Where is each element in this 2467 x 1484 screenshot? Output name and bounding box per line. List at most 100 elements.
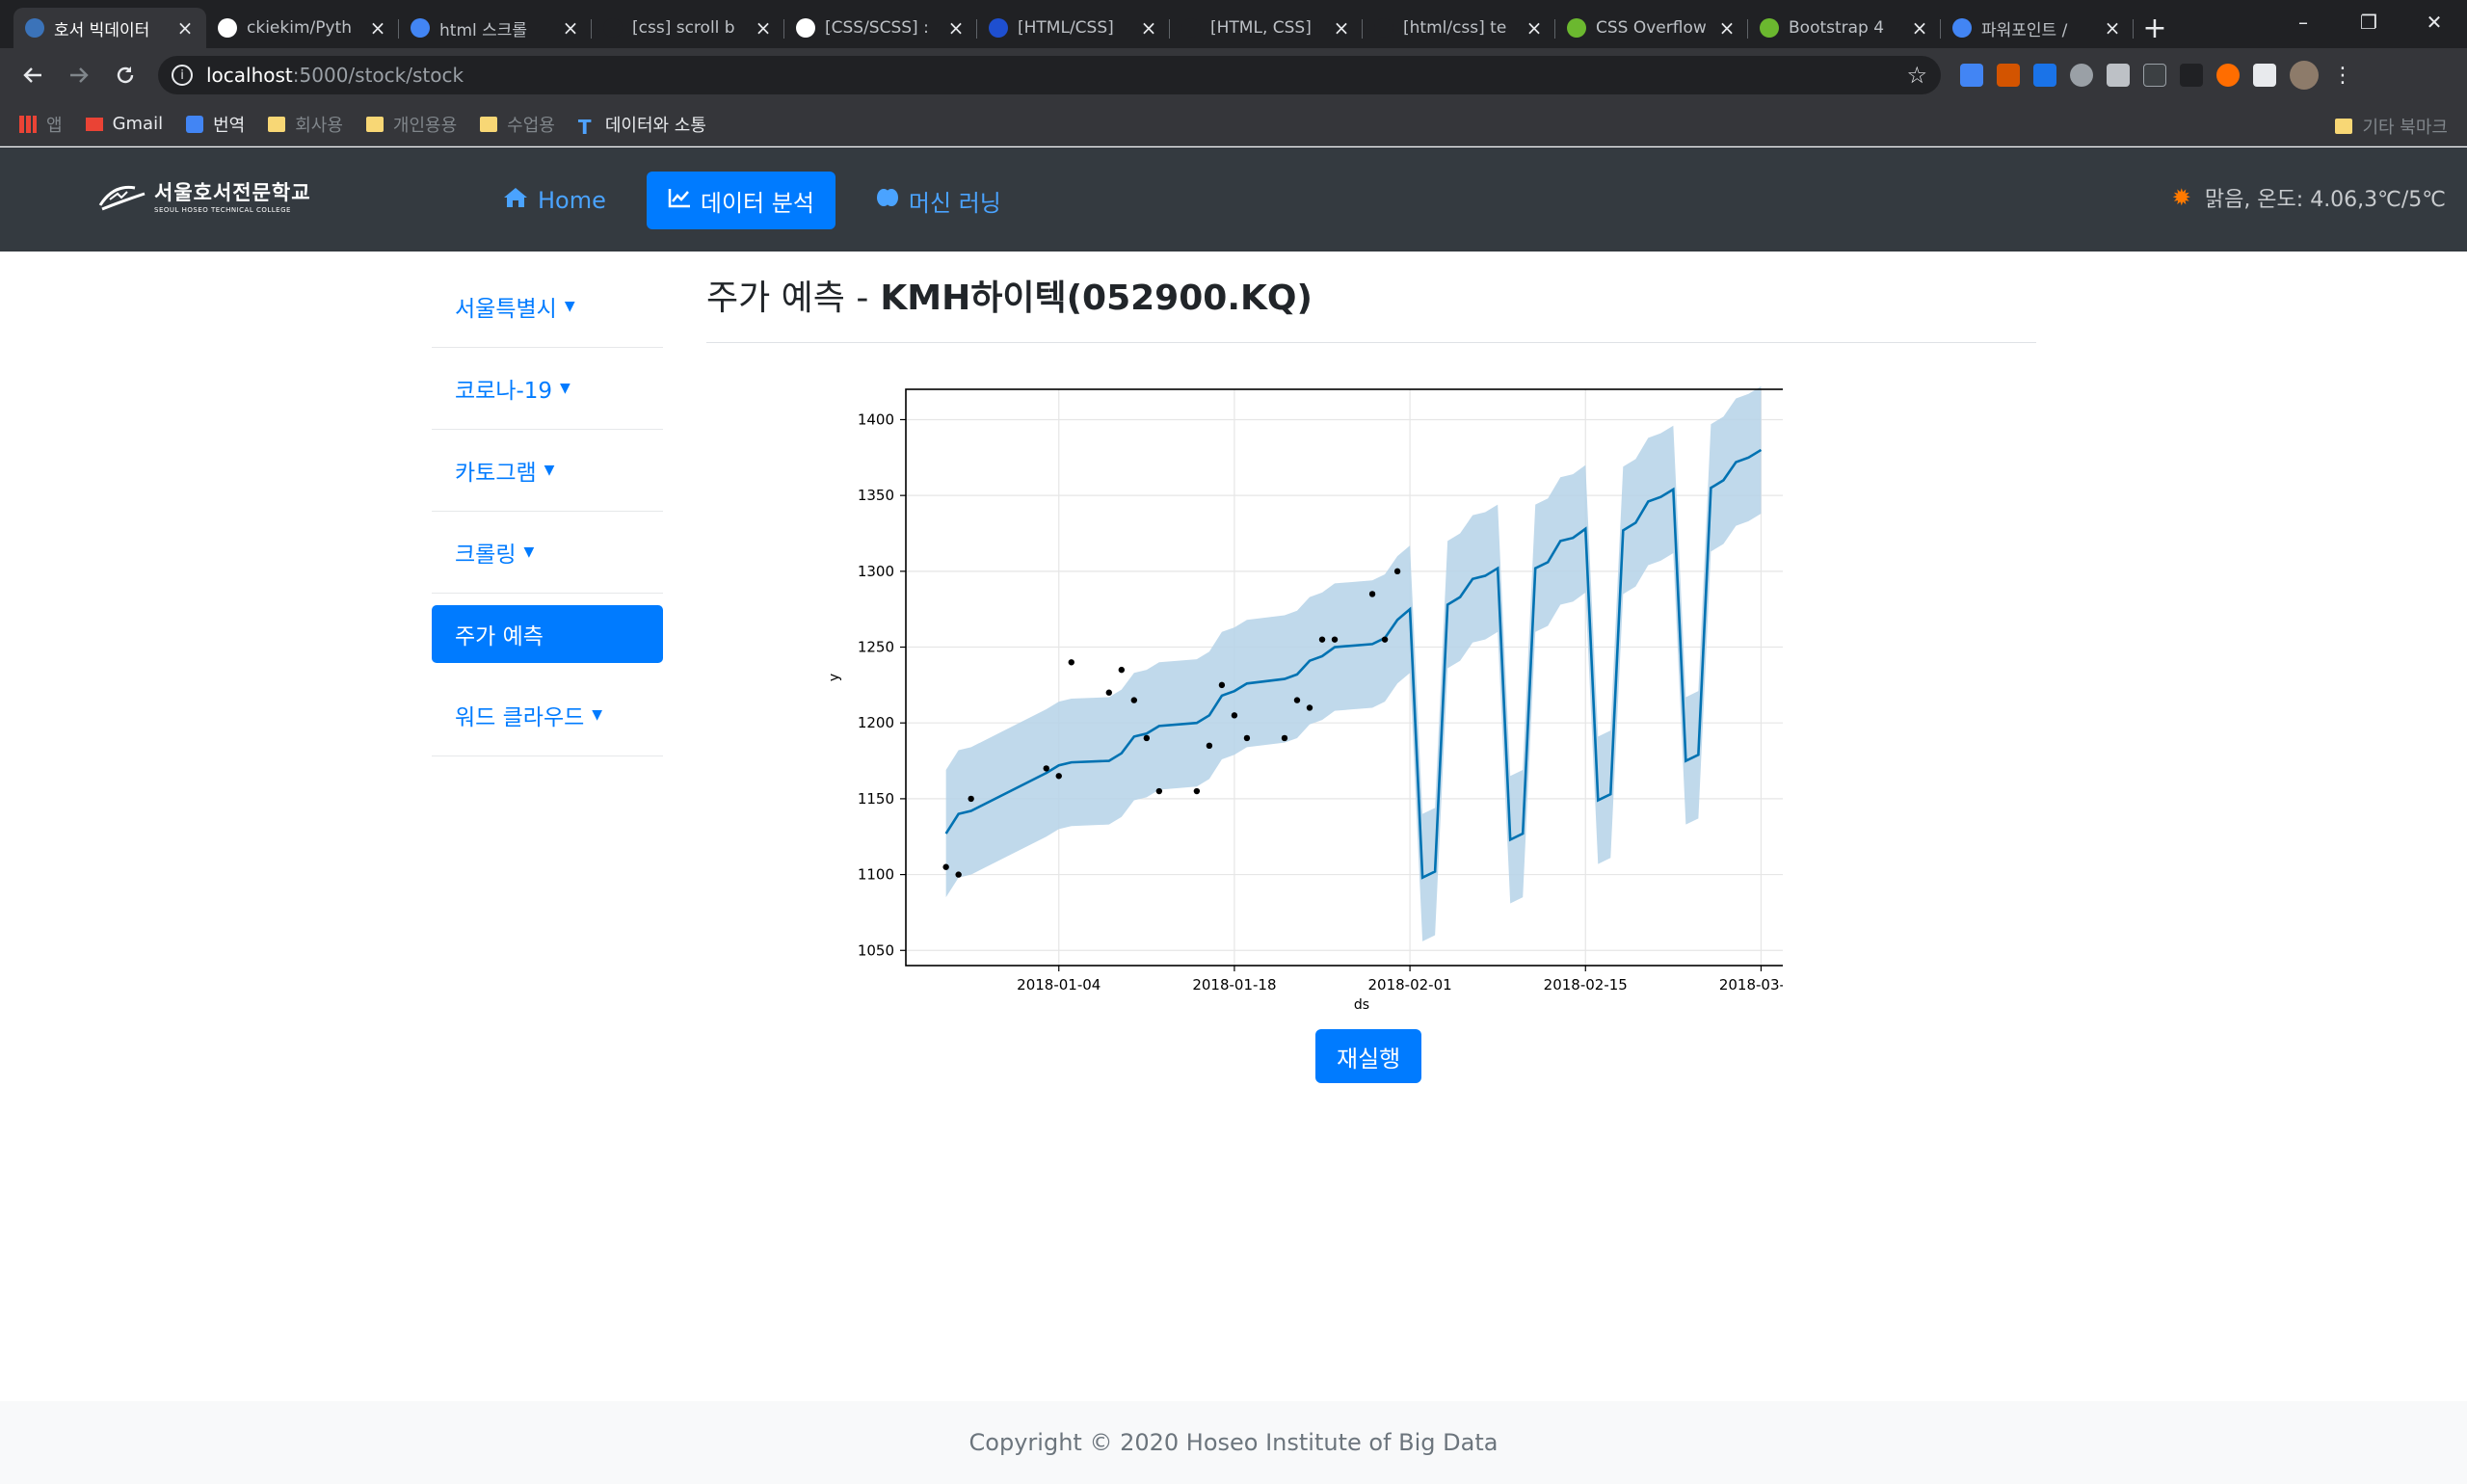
url-path: :5000/stock/stock xyxy=(292,64,464,87)
other-bookmarks-label: 기타 북마크 xyxy=(2362,118,2448,138)
extensions-area: ⋮ xyxy=(1960,61,2353,90)
footer: Copyright © 2020 Hoseo Institute of Big … xyxy=(0,1401,2467,1484)
tab-title: [CSS/SCSS] : xyxy=(825,18,929,38)
nav-link[interactable]: 데이터 분석 xyxy=(646,172,836,229)
nav-link[interactable]: Home xyxy=(482,172,627,229)
browser-tab[interactable]: [CSS/SCSS] : × xyxy=(784,8,977,48)
mask-extension-icon[interactable] xyxy=(2180,64,2203,87)
actual-point xyxy=(1231,712,1238,719)
tab-close-icon[interactable]: × xyxy=(175,16,195,40)
y-tick-label: 1200 xyxy=(858,714,894,731)
tab-close-icon[interactable]: × xyxy=(561,16,580,40)
sidebar-item-label: 주가 예측 xyxy=(455,624,544,649)
translate-extension-icon[interactable] xyxy=(1960,64,1983,87)
gmail-icon xyxy=(85,117,103,131)
sidebar-item-label: 크롤링 xyxy=(455,543,517,568)
circle-extension-icon[interactable] xyxy=(2070,64,2093,87)
tab-favicon-icon xyxy=(411,18,430,38)
actual-point xyxy=(1143,734,1151,742)
tab-close-icon[interactable]: × xyxy=(1332,16,1351,40)
actual-point xyxy=(1243,734,1251,742)
copyright-text: Copyright © 2020 Hoseo Institute of Big … xyxy=(968,1429,1499,1456)
minimize-button[interactable]: – xyxy=(2270,0,2336,44)
orange-extension-icon[interactable] xyxy=(2216,64,2240,87)
translate-icon xyxy=(186,115,204,133)
other-bookmarks[interactable]: 기타 북마크 xyxy=(2335,114,2448,139)
browser-tab[interactable]: [HTML, CSS] × xyxy=(1170,8,1363,48)
tab-close-icon[interactable]: × xyxy=(1139,16,1158,40)
bookmark-item[interactable]: 번역 xyxy=(186,112,245,137)
caret-down-icon: ▼ xyxy=(523,544,535,560)
bookmark-label: 앱 xyxy=(46,115,63,136)
tab-favicon-icon xyxy=(25,18,44,38)
main-nav: Home 데이터 분석 머신 러닝 xyxy=(482,172,1022,229)
tab-close-icon[interactable]: × xyxy=(946,16,966,40)
logo-korean-text: 서울호서전문학교 xyxy=(154,181,311,204)
bookmark-item[interactable]: 회사용 xyxy=(268,112,343,137)
y-tick-label: 1350 xyxy=(858,487,894,504)
sidebar-item[interactable]: 카토그램 ▼ xyxy=(432,430,663,512)
forward-button[interactable] xyxy=(62,58,96,93)
tab-strip: 호서 빅데이터 × ckiekim/Pyth × html 스크롤 × [css] scro… xyxy=(13,8,2134,48)
bookmark-item[interactable]: 앱 xyxy=(19,112,63,137)
bookmark-star-icon[interactable]: ☆ xyxy=(1906,62,1927,89)
new-tab-button[interactable]: + xyxy=(2134,8,2176,48)
bookmark-item[interactable]: 수업용 xyxy=(480,112,555,137)
news-extension-icon[interactable] xyxy=(2033,64,2056,87)
tab-title: [css] scroll b xyxy=(632,18,735,38)
browser-tab[interactable]: 호서 빅데이터 × xyxy=(13,8,206,48)
site-info-icon[interactable]: i xyxy=(172,65,193,86)
restore-button[interactable]: ❐ xyxy=(2336,0,2401,44)
browser-tab[interactable]: html 스크롤 × xyxy=(399,8,592,48)
browser-tab[interactable]: [HTML/CSS] × xyxy=(977,8,1170,48)
actual-point xyxy=(1155,787,1163,795)
browser-tab[interactable]: ckiekim/Pyth × xyxy=(206,8,399,48)
home-icon xyxy=(503,187,528,214)
sidebar-item[interactable]: 서울특별시 ▼ xyxy=(432,266,663,348)
tab-close-icon[interactable]: × xyxy=(1910,16,1929,40)
bookmark-item[interactable]: T 데이터와 소통 xyxy=(577,112,706,139)
tab-close-icon[interactable]: × xyxy=(754,16,773,40)
browser-tab[interactable]: Bootstrap 4 × xyxy=(1748,8,1941,48)
profile-avatar[interactable] xyxy=(2290,61,2319,90)
print-extension-icon[interactable] xyxy=(2107,64,2130,87)
tab-close-icon[interactable]: × xyxy=(1525,16,1544,40)
logo-english-text: SEOUL HOSEO TECHNICAL COLLEGE xyxy=(154,206,291,214)
page-title: 주가 예측 - KMH하이텍(052900.KQ) xyxy=(706,266,2036,343)
back-button[interactable] xyxy=(15,58,50,93)
actual-point xyxy=(1318,636,1326,643)
browser-tab[interactable]: 파워포인트 / × xyxy=(1941,8,2134,48)
bookmark-item[interactable]: 개인용용 xyxy=(365,112,457,137)
tab-close-icon[interactable]: × xyxy=(2103,16,2122,40)
sidebar-item[interactable]: 크롤링 ▼ xyxy=(432,512,663,594)
sidebar-item-label: 워드 클라우드 xyxy=(455,705,585,730)
nav-link[interactable]: 머신 러닝 xyxy=(855,172,1022,229)
bookmark-item[interactable]: Gmail xyxy=(85,114,163,134)
sidebar-item[interactable]: 코로나-19 ▼ xyxy=(432,348,663,430)
reload-button[interactable] xyxy=(108,58,143,93)
tab-favicon-icon xyxy=(1760,18,1779,38)
sidebar-item[interactable]: 주가 예측 xyxy=(432,605,663,663)
address-bar[interactable]: i localhost:5000/stock/stock ☆ xyxy=(158,56,1941,94)
tab-close-icon[interactable]: × xyxy=(368,16,387,40)
caret-down-icon: ▼ xyxy=(560,381,570,396)
menu-kebab-icon[interactable]: ⋮ xyxy=(2332,64,2353,88)
tab-close-icon[interactable]: × xyxy=(1717,16,1737,40)
y-tick-label: 1100 xyxy=(858,866,894,884)
bookmarks-list: 앱 Gmail 번역 회사용 개인용용 수업용 T 데이터와 소통 xyxy=(19,112,729,139)
t-icon: T xyxy=(577,115,592,139)
stock-name: KMH하이텍(052900.KQ) xyxy=(880,278,1313,318)
sidebar-item[interactable]: 워드 클라우드 ▼ xyxy=(432,675,663,756)
browser-tab[interactable]: CSS Overflow × xyxy=(1555,8,1748,48)
rerun-button[interactable]: 재실행 xyxy=(1315,1029,1422,1083)
url-host: localhost xyxy=(206,64,293,87)
font-extension-icon[interactable] xyxy=(2143,64,2166,87)
close-window-button[interactable]: ✕ xyxy=(2401,0,2467,44)
window-controls: – ❐ ✕ xyxy=(2270,0,2467,44)
puzzle-extensions-icon[interactable] xyxy=(2253,64,2276,87)
bookmark-label: 회사용 xyxy=(295,115,343,136)
browser-tab[interactable]: [css] scroll b × xyxy=(592,8,784,48)
pen-extension-icon[interactable] xyxy=(1997,64,2020,87)
site-logo[interactable]: 서울호서전문학교 SEOUL HOSEO TECHNICAL COLLEGE xyxy=(96,176,311,215)
browser-tab[interactable]: [html/css] te × xyxy=(1363,8,1555,48)
